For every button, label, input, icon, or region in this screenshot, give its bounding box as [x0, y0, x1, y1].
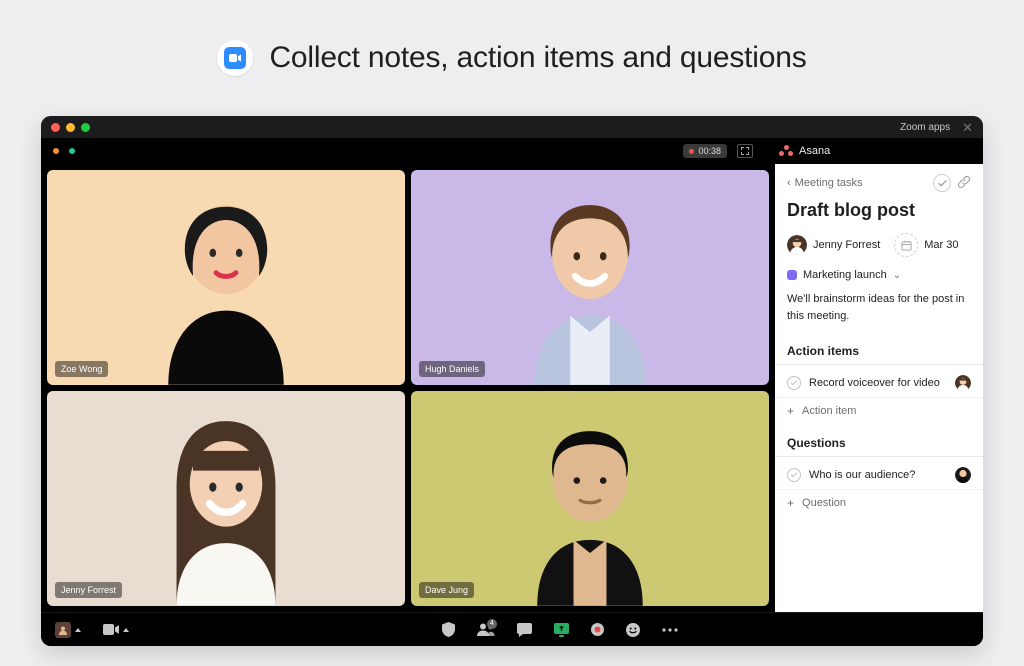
status-dot-orange-icon: [53, 148, 59, 154]
participant-avatar-icon: [456, 408, 725, 606]
project-field[interactable]: Marketing launch ⌄: [775, 269, 983, 291]
more-horizontal-icon: [662, 628, 678, 632]
hero-header: Collect notes, action items and question…: [0, 0, 1024, 100]
maximize-window-icon[interactable]: [81, 123, 90, 132]
avatar-icon: [58, 625, 68, 635]
participant-avatar-icon: [456, 187, 725, 385]
expand-icon[interactable]: [737, 144, 753, 158]
more-button[interactable]: [662, 628, 678, 632]
hero-title: Collect notes, action items and question…: [269, 41, 806, 75]
record-dot-icon: [689, 149, 694, 154]
asana-app-header[interactable]: Asana: [763, 145, 971, 157]
status-dot-green-icon: [69, 148, 75, 154]
add-action-item-button[interactable]: + Action item: [775, 398, 983, 430]
chevron-left-icon: ‹: [787, 177, 791, 189]
chevron-up-icon: [123, 628, 129, 632]
add-action-label: Action item: [802, 405, 856, 417]
video-camera-icon: [103, 624, 119, 635]
participant-count-badge: 4: [487, 619, 497, 629]
copy-link-button[interactable]: [957, 175, 971, 192]
add-question-button[interactable]: + Question: [775, 490, 983, 522]
add-question-label: Question: [802, 497, 846, 509]
share-screen-button[interactable]: [554, 623, 569, 637]
action-item-text: Record voiceover for video: [809, 377, 947, 389]
video-tile[interactable]: Zoe Wong: [47, 170, 405, 385]
chevron-up-icon: [75, 628, 81, 632]
zoom-controls-bar: 4: [41, 612, 983, 646]
task-description[interactable]: We'll brainstorm ideas for the post in t…: [775, 291, 983, 338]
question-assignee-avatar-icon[interactable]: [955, 467, 971, 483]
asana-app-name: Asana: [799, 145, 830, 157]
asana-side-panel: ‹ Meeting tasks Draft blog post Jenny Fo: [775, 164, 983, 612]
participant-name-label: Hugh Daniels: [419, 361, 485, 377]
chat-icon: [517, 623, 532, 637]
participant-avatar-icon: [92, 187, 361, 385]
link-icon: [957, 175, 971, 189]
zoom-window: Zoom apps ✕ 00:38 Asana: [41, 116, 983, 646]
participant-name-label: Zoe Wong: [55, 361, 108, 377]
calendar-icon: [901, 240, 912, 251]
back-to-meeting-tasks[interactable]: ‹ Meeting tasks: [787, 177, 863, 189]
project-color-chip-icon: [787, 270, 797, 280]
video-tile[interactable]: Dave Jung: [411, 391, 769, 606]
shield-icon: [442, 622, 455, 637]
record-button[interactable]: [591, 623, 604, 636]
action-items-heading: Action items: [775, 338, 983, 365]
reactions-icon: [626, 623, 640, 637]
meeting-subbar: 00:38 Asana: [41, 138, 983, 164]
mark-complete-button[interactable]: [933, 174, 951, 192]
due-date-text: Mar 30: [924, 239, 958, 251]
check-circle-icon[interactable]: [787, 376, 801, 390]
check-circle-icon[interactable]: [787, 468, 801, 482]
project-name: Marketing launch: [803, 269, 887, 281]
video-tile[interactable]: Hugh Daniels: [411, 170, 769, 385]
video-tile[interactable]: Jenny Forrest: [47, 391, 405, 606]
questions-heading: Questions: [775, 430, 983, 457]
plus-icon: +: [787, 496, 794, 510]
participant-name-label: Dave Jung: [419, 582, 474, 598]
participants-button[interactable]: 4: [477, 623, 495, 636]
chat-button[interactable]: [517, 623, 532, 637]
assignee-name: Jenny Forrest: [813, 239, 880, 251]
close-window-icon[interactable]: [51, 123, 60, 132]
check-icon: [938, 179, 947, 188]
meeting-timer: 00:38: [683, 144, 727, 158]
assignee-field[interactable]: Jenny Forrest: [787, 235, 880, 255]
reactions-button[interactable]: [626, 623, 640, 637]
action-assignee-avatar-icon[interactable]: [955, 375, 971, 391]
video-toggle-button[interactable]: [103, 624, 129, 635]
security-button[interactable]: [442, 622, 455, 637]
share-screen-icon: [554, 623, 569, 637]
chevron-down-icon: ⌄: [893, 270, 901, 281]
self-view-thumbnail[interactable]: [55, 622, 81, 638]
timer-text: 00:38: [698, 146, 721, 156]
task-title[interactable]: Draft blog post: [775, 198, 983, 231]
zoom-apps-label[interactable]: Zoom apps: [900, 122, 950, 133]
question-row[interactable]: Who is our audience?: [775, 461, 983, 490]
due-date-field[interactable]: Mar 30: [890, 231, 962, 259]
minimize-window-icon[interactable]: [66, 123, 75, 132]
video-grid: Zoe Wong Hugh Daniels: [41, 164, 775, 612]
window-traffic-lights[interactable]: [51, 123, 90, 132]
back-label: Meeting tasks: [795, 177, 863, 189]
participant-name-label: Jenny Forrest: [55, 582, 122, 598]
action-item-row[interactable]: Record voiceover for video: [775, 369, 983, 398]
zoom-logo-badge: [217, 40, 253, 76]
asana-logo-icon: [779, 145, 793, 157]
close-icon[interactable]: ✕: [962, 121, 973, 134]
window-titlebar: Zoom apps ✕: [41, 116, 983, 138]
video-camera-icon: [229, 54, 241, 62]
participant-avatar-icon: [92, 408, 361, 606]
record-icon: [591, 623, 604, 636]
assignee-avatar-icon: [787, 235, 807, 255]
question-text: Who is our audience?: [809, 469, 947, 481]
plus-icon: +: [787, 404, 794, 418]
